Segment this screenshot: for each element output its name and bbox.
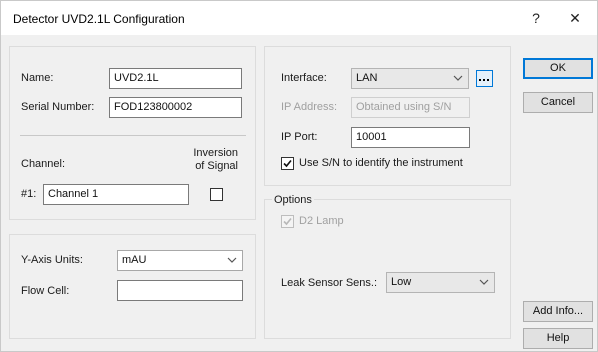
d2-lamp-checkbox [281,215,294,228]
title-bar[interactable]: Detector UVD2.1L Configuration ? ✕ [1,1,597,35]
interface-value: LAN [356,72,378,84]
ip-address-input: Obtained using S/N [351,97,470,118]
close-button[interactable]: ✕ [564,7,586,29]
use-sn-label[interactable]: Use S/N to identify the instrument [299,157,463,169]
serial-number-label: Serial Number: [21,101,95,113]
use-sn-checkbox[interactable] [281,157,294,170]
y-axis-units-select[interactable]: mAU [117,250,243,271]
channel-name-input[interactable]: Channel 1 [43,184,189,205]
checkmark-icon [283,159,292,168]
leak-sensor-value: Low [391,276,412,288]
inversion-checkbox[interactable] [210,188,223,201]
inversion-label-line1: Inversion [193,147,238,159]
flow-cell-label: Flow Cell: [21,285,70,297]
axis-group: Y-Axis Units: mAU Flow Cell: [9,234,256,339]
leak-sensor-select[interactable]: Low [386,272,495,293]
inversion-label-line2: of Signal [195,160,238,172]
general-group: Name: UVD2.1L Serial Number: FOD12380000… [9,46,256,220]
leak-sensor-label: Leak Sensor Sens.: [281,277,378,289]
interface-browse-button[interactable] [476,70,493,87]
ok-button[interactable]: OK [523,58,593,79]
checkmark-icon [283,217,292,226]
connection-group: Interface: LAN IP Address: Obtained usin… [264,46,511,186]
d2-lamp-label: D2 Lamp [299,215,344,227]
ip-address-label: IP Address: [281,101,338,113]
help-button[interactable]: Help [523,328,593,349]
config-dialog: Detector UVD2.1L Configuration ? ✕ Name:… [0,0,598,352]
channel-label: Channel: [21,158,66,170]
interface-label: Interface: [281,72,327,84]
name-input[interactable]: UVD2.1L [109,68,242,89]
serial-number-input[interactable]: FOD123800002 [109,97,242,118]
add-info-button[interactable]: Add Info... [523,301,593,322]
name-label: Name: [21,72,54,84]
ip-port-input[interactable]: 10001 [351,127,470,148]
help-titlebar-button[interactable]: ? [525,7,547,29]
options-title: Options [272,194,314,206]
y-axis-units-value: mAU [122,254,147,266]
channel-index-label: #1: [21,188,37,200]
chevron-down-icon [453,75,463,81]
chevron-down-icon [479,279,489,285]
flow-cell-input[interactable] [117,280,243,301]
ellipsis-icon [479,79,489,81]
options-group: Options D2 Lamp Leak Sensor Sens.: Low [264,194,511,339]
y-axis-units-label: Y-Axis Units: [21,254,83,266]
window-title: Detector UVD2.1L Configuration [13,12,185,26]
dialog-client-area: Name: UVD2.1L Serial Number: FOD12380000… [1,35,597,351]
ip-port-label: IP Port: [281,131,318,143]
group-separator [20,135,246,136]
cancel-button[interactable]: Cancel [523,92,593,113]
interface-select[interactable]: LAN [351,68,469,89]
chevron-down-icon [227,257,237,263]
